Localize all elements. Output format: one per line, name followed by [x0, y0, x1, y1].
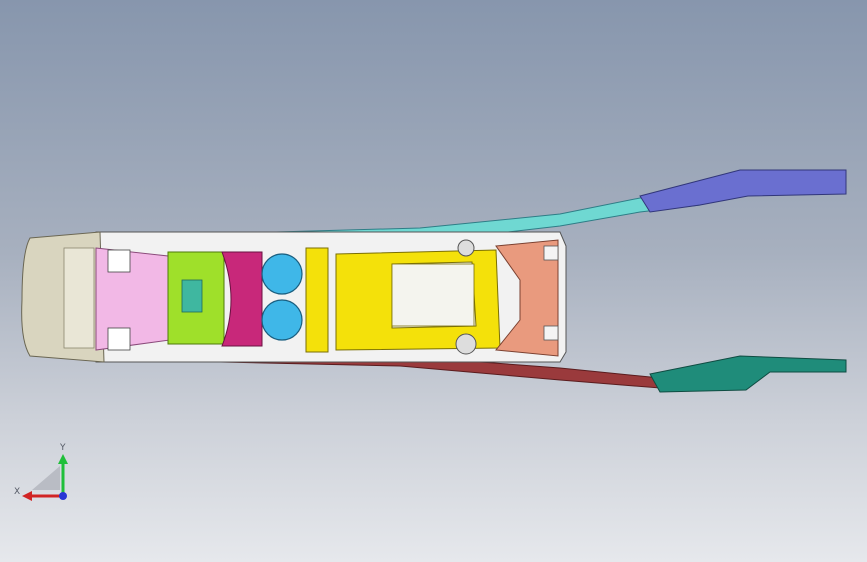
- storage-bin-latch: [181, 279, 203, 313]
- cad-viewport[interactable]: Y X: [0, 0, 867, 562]
- shifter-boss-bottom: [455, 333, 477, 355]
- end-cap-inner-panel: [63, 247, 95, 349]
- upper-tail-extension[interactable]: [639, 169, 847, 213]
- armrest-bracket[interactable]: [95, 247, 171, 351]
- armrest-mount-top: [107, 249, 131, 273]
- divider-rib: [305, 247, 329, 353]
- y-axis-label: Y: [59, 443, 66, 453]
- cupholder-rear[interactable]: [261, 299, 303, 341]
- rear-bracket-tab-top: [543, 245, 559, 261]
- rear-bracket-tab-bottom: [543, 325, 559, 341]
- armrest-mount-bottom: [107, 327, 131, 351]
- triad-plane: [32, 466, 60, 490]
- z-axis-dot-icon: [59, 492, 67, 500]
- cupholder-front[interactable]: [261, 253, 303, 295]
- x-axis-label: X: [14, 487, 20, 497]
- center-console-assembly-model[interactable]: [0, 0, 867, 562]
- lower-tail-extension[interactable]: [649, 355, 847, 393]
- shifter-boss-top: [457, 239, 475, 257]
- shifter-opening: [391, 263, 475, 327]
- coordinate-triad: Y X: [10, 440, 80, 510]
- x-axis-arrow-icon: [22, 491, 63, 501]
